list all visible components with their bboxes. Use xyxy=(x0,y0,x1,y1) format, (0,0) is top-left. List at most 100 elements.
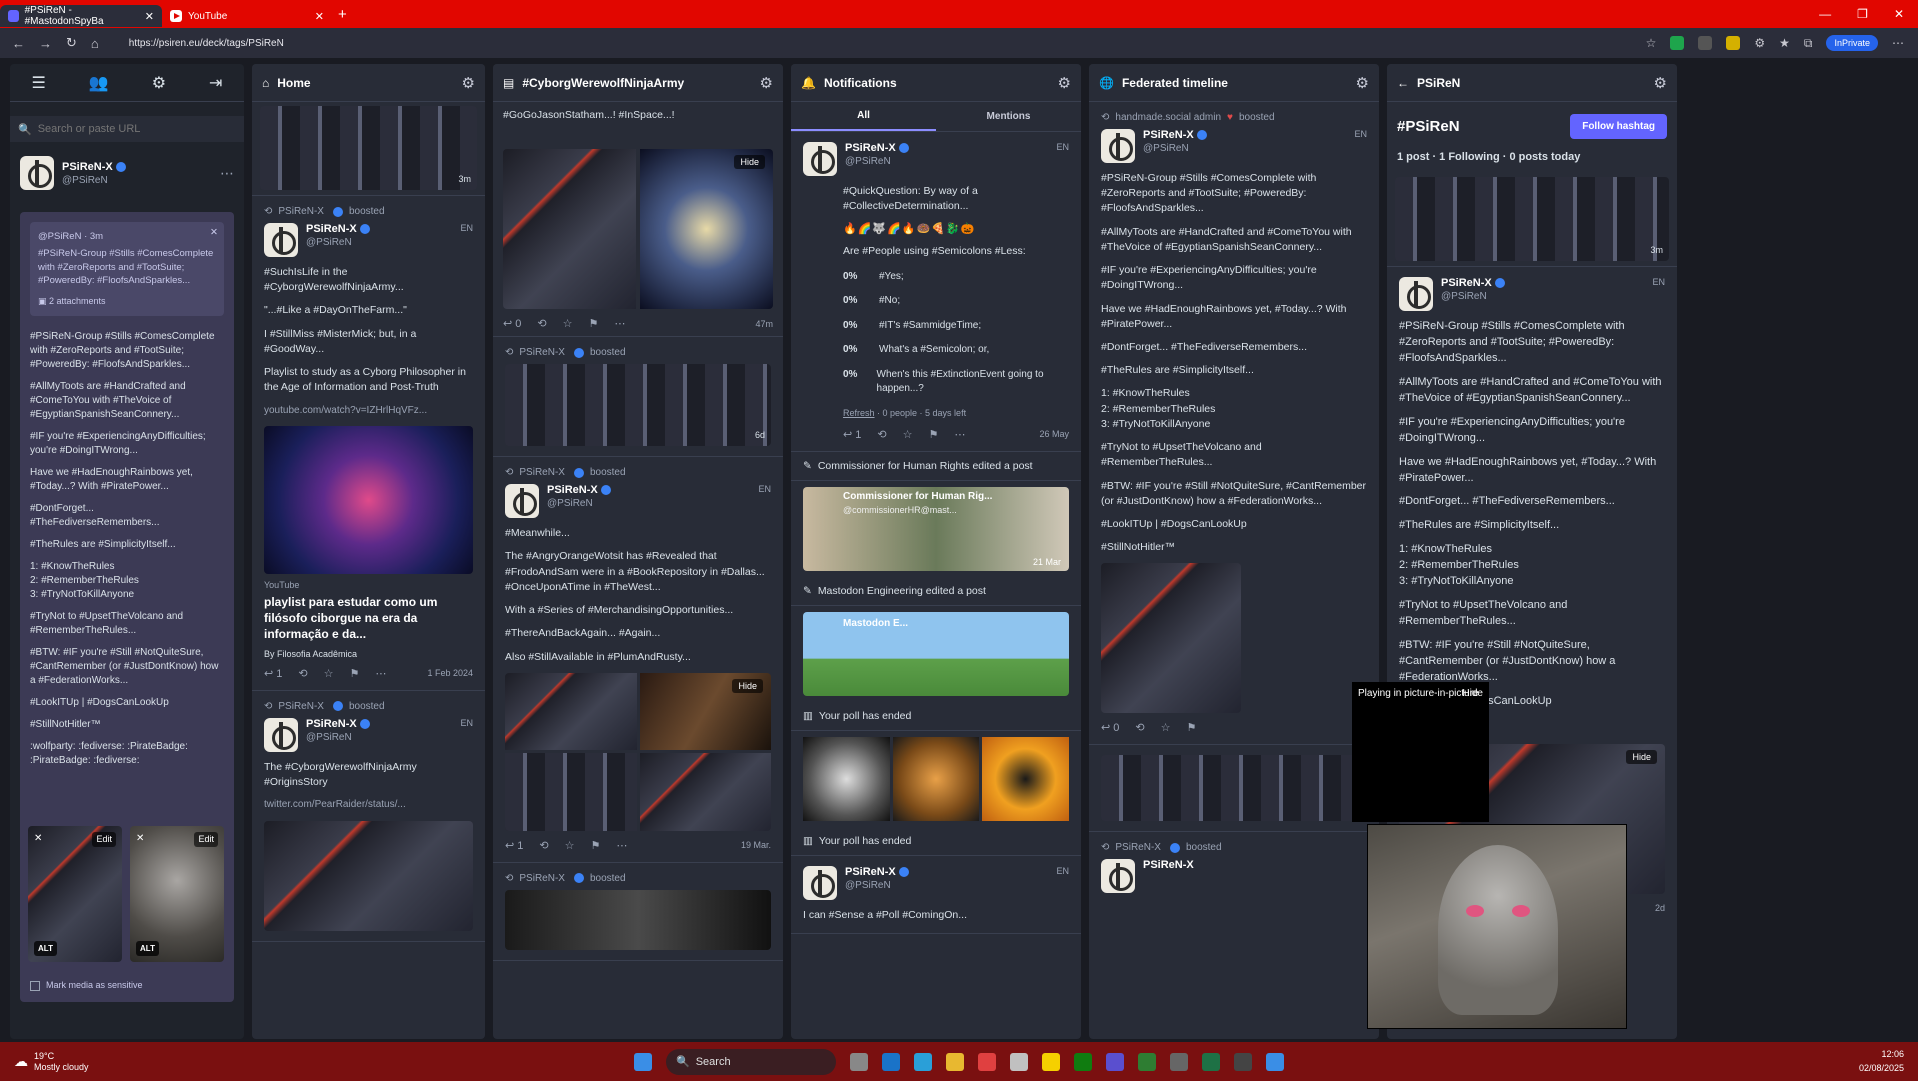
media-gallery[interactable]: Hide xyxy=(505,672,771,831)
booster-name[interactable]: PSiReN-X xyxy=(519,347,565,358)
more-icon[interactable]: ⋯ xyxy=(375,667,386,680)
column-settings-icon[interactable]: ⚙ xyxy=(1654,74,1667,92)
app-icon[interactable] xyxy=(1138,1052,1156,1071)
profile-name[interactable]: PSiReN-X xyxy=(62,161,113,173)
status-time[interactable]: 19 Mar. xyxy=(741,840,771,850)
bookmark-icon[interactable]: ⚑ xyxy=(589,317,599,330)
edit-button[interactable]: Edit xyxy=(92,832,116,847)
media-item[interactable] xyxy=(892,736,980,821)
avatar[interactable] xyxy=(264,717,298,752)
content-link[interactable]: youtube.com/watch?v=IZHrlHqVFz... xyxy=(264,404,473,419)
status[interactable]: PSiReN-X @PSiReN EN I can #Sense a #Poll … xyxy=(791,856,1081,934)
notification-edit[interactable]: ✎ Mastodon Engineering edited a post xyxy=(791,577,1081,606)
column-header[interactable]: ⌂ Home ⚙ xyxy=(252,64,485,102)
status-time[interactable]: 2d xyxy=(1655,903,1665,913)
reply-icon[interactable]: ↩ 0 xyxy=(1101,721,1119,734)
booster-name[interactable]: handmade.social admin xyxy=(1115,112,1221,123)
reply-icon[interactable]: ↩ 0 xyxy=(503,317,521,330)
minimize-icon[interactable]: — xyxy=(1819,7,1831,21)
close-tab-icon[interactable]: ✕ xyxy=(145,10,154,23)
media-item[interactable]: Hide xyxy=(639,672,771,751)
compose-textarea[interactable]: #PSiReN-Group #Stills #ComesComplete wit… xyxy=(30,330,224,768)
media-item[interactable] xyxy=(803,736,890,821)
favourite-icon[interactable]: ☆ xyxy=(324,667,334,680)
collections-icon[interactable]: ⧉ xyxy=(1804,36,1813,51)
display-name[interactable]: PSiReN-X xyxy=(1441,277,1492,289)
weather-widget[interactable]: ☁ 19°C Mostly cloudy xyxy=(0,1051,89,1073)
task-view-icon[interactable] xyxy=(850,1052,868,1071)
close-tab-icon[interactable]: ✕ xyxy=(315,10,324,23)
media-item[interactable]: Hide xyxy=(640,149,773,310)
status[interactable] xyxy=(1089,745,1379,833)
media-gallery[interactable]: Hide xyxy=(503,149,773,310)
display-name[interactable]: PSiReN-X xyxy=(1143,859,1194,871)
boost-icon[interactable]: ⟲ xyxy=(537,317,546,330)
status[interactable]: ⟲ handmade.social admin ♥ boosted PSiReN-X @… xyxy=(1089,102,1379,746)
avatar[interactable] xyxy=(1101,859,1135,894)
media-item[interactable] xyxy=(639,753,771,831)
display-name[interactable]: PSiReN-X xyxy=(845,866,896,878)
display-name[interactable]: PSiReN-X xyxy=(547,484,598,496)
status[interactable]: ⟲ PSiReN-X boosted xyxy=(493,863,783,961)
tab-youtube[interactable]: YouTube ✕ xyxy=(162,5,332,27)
hide-media-button[interactable]: Hide xyxy=(734,155,765,170)
more-icon[interactable]: ⋯ xyxy=(614,317,625,330)
boost-icon[interactable]: ⟲ xyxy=(539,839,548,852)
app-icon[interactable] xyxy=(1266,1052,1284,1071)
content-link[interactable]: twitter.com/PearRaider/status/... xyxy=(264,798,473,813)
home-icon[interactable]: ⌂ xyxy=(91,36,99,51)
reply-icon[interactable]: ↩ 1 xyxy=(843,428,861,441)
favorites-icon[interactable]: ★ xyxy=(1779,36,1790,50)
status[interactable]: ⟲ PSiReN-X boosted PSiReN-X @PSiReN EN #Mea… xyxy=(493,457,783,863)
status[interactable]: #GoGoJasonStatham...! #InSpace...! Hide … xyxy=(493,102,783,338)
notification-poll-ended[interactable]: ▥ Your poll has ended xyxy=(791,702,1081,731)
follow-hashtag-button[interactable]: Follow hashtag xyxy=(1570,114,1667,139)
notification-edit[interactable]: ✎ Commissioner for Human Rights edited a … xyxy=(791,452,1081,481)
status-time[interactable]: 26 May xyxy=(1039,429,1069,439)
forward-icon[interactable]: → xyxy=(39,36,52,51)
avatar[interactable] xyxy=(1101,129,1135,163)
status[interactable]: ⟲ PSiReN-X boosted PSiReN-X @PSiReN EN #Suc… xyxy=(252,196,485,691)
favourite-icon[interactable]: ☆ xyxy=(1161,721,1171,734)
display-name[interactable]: PSiReN-X xyxy=(845,142,896,154)
media-item[interactable] xyxy=(505,672,637,751)
url-field[interactable]: https://psiren.eu/deck/tags/PSiReN xyxy=(129,38,284,49)
app-icon[interactable] xyxy=(1042,1052,1060,1071)
status[interactable]: 3m xyxy=(1387,173,1677,267)
display-name[interactable]: PSiReN-X xyxy=(306,718,357,730)
status[interactable]: PSiReN-X @PSiReN EN #QuickQuestion: By wa… xyxy=(791,132,1081,452)
card-title[interactable]: playlist para estudar como um filósofo c… xyxy=(264,594,473,643)
tab-mentions[interactable]: Mentions xyxy=(936,102,1081,131)
avatar[interactable] xyxy=(20,156,54,190)
media-item[interactable] xyxy=(1101,563,1241,714)
status[interactable]: ⟲ PSiReN-X boosted 6d xyxy=(493,337,783,458)
upload-thumbnail[interactable]: ✕ Edit ALT xyxy=(28,826,122,962)
boost-icon[interactable]: ⟲ xyxy=(298,667,307,680)
extensions-icon[interactable]: ⚙ xyxy=(1754,36,1765,50)
booster-name[interactable]: PSiReN-X xyxy=(1115,842,1161,853)
more-icon[interactable]: ⋯ xyxy=(616,839,627,852)
reply-icon[interactable]: ↩ 1 xyxy=(264,667,282,680)
avatar[interactable] xyxy=(803,865,837,900)
sensitive-checkbox[interactable]: Mark media as sensitive xyxy=(30,979,143,992)
extension-icon[interactable] xyxy=(1670,36,1685,50)
xbox-icon[interactable] xyxy=(1074,1052,1092,1071)
back-arrow-icon[interactable]: ← xyxy=(1397,76,1409,90)
remove-icon[interactable]: ✕ xyxy=(136,832,144,846)
media-item[interactable] xyxy=(982,736,1070,821)
extension-icon[interactable] xyxy=(1726,36,1741,50)
start-icon[interactable] xyxy=(634,1052,652,1071)
booster-name[interactable]: PSiReN-X xyxy=(278,701,324,712)
edge-icon[interactable] xyxy=(914,1052,932,1071)
edited-post-card[interactable]: Mastodon E... xyxy=(803,611,1069,696)
column-header[interactable]: ▤ #CyborgWerewolfNinjaArmy ⚙ xyxy=(493,64,783,102)
refresh-link[interactable]: Refresh xyxy=(843,408,875,418)
extension-icon[interactable] xyxy=(1698,36,1713,50)
cancel-reply-icon[interactable]: ✕ xyxy=(210,226,218,239)
taskbar-search[interactable]: 🔍 Search xyxy=(666,1048,836,1075)
picture-in-picture-video[interactable] xyxy=(1367,824,1627,1029)
media-item[interactable] xyxy=(503,149,636,310)
column-header[interactable]: 🌐 Federated timeline ⚙ xyxy=(1089,64,1379,102)
app-icon[interactable] xyxy=(1170,1052,1188,1071)
status[interactable]: ⟲ PSiReN-X boosted PSiReN-X @PSiReN EN The … xyxy=(252,691,485,942)
